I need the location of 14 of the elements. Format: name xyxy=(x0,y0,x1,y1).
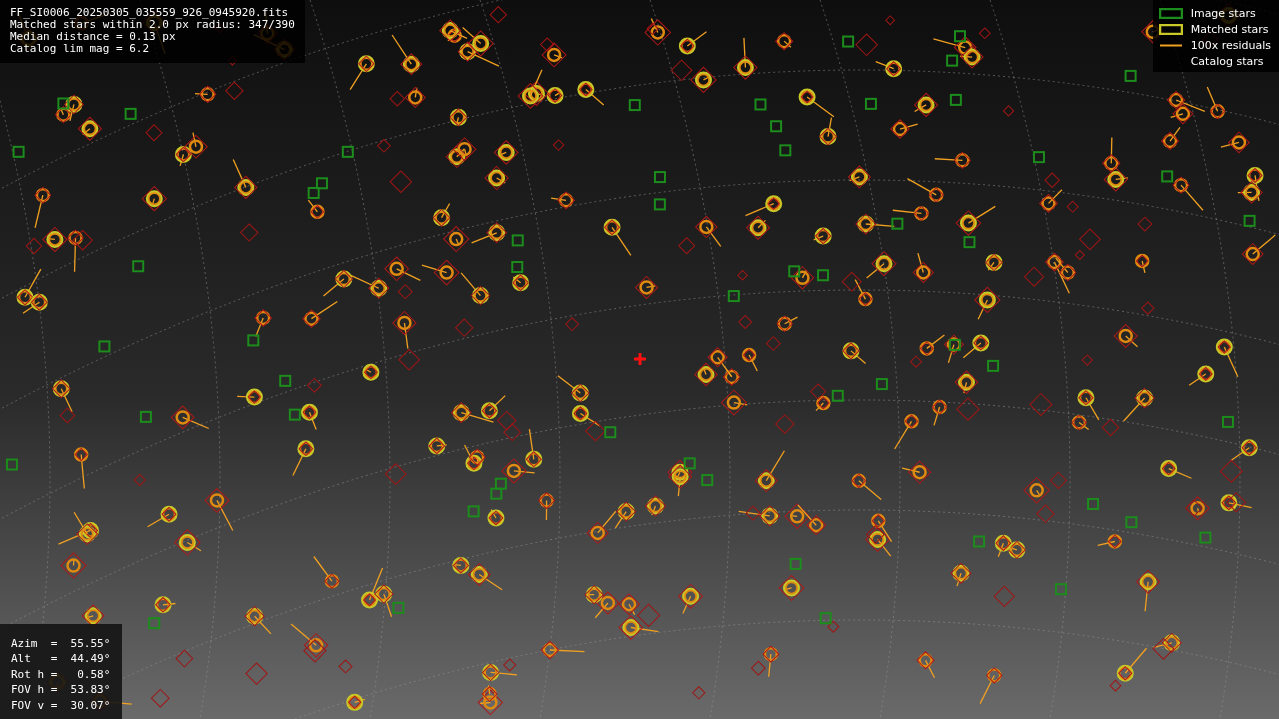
info-text: Matched stars within 2.0 px radius: 347/390 xyxy=(10,19,295,31)
legend-label: Catalog stars xyxy=(1190,54,1264,68)
legend-label: Image stars xyxy=(1190,6,1256,20)
info-text: Catalog lim mag = 6.2 xyxy=(10,43,151,55)
pointing-text: Rot h = 0.58° xyxy=(11,666,111,682)
crosshair-icon xyxy=(632,351,648,367)
info-text: Median distance = 0.13 px xyxy=(10,31,177,43)
pointing-text: FOV v = 30.07° xyxy=(11,697,111,713)
legend-label: Matched stars xyxy=(1190,22,1269,36)
pointing-text: Alt = 44.49° xyxy=(11,651,111,667)
info-text: FF_SI0006_20250305_035559_926_0945920.fits xyxy=(10,7,290,19)
pointing-text: FOV h = 53.83° xyxy=(11,682,111,698)
pointing-text: Azim = 55.55° xyxy=(11,635,111,651)
legend-label: 100x residuals xyxy=(1190,38,1271,52)
